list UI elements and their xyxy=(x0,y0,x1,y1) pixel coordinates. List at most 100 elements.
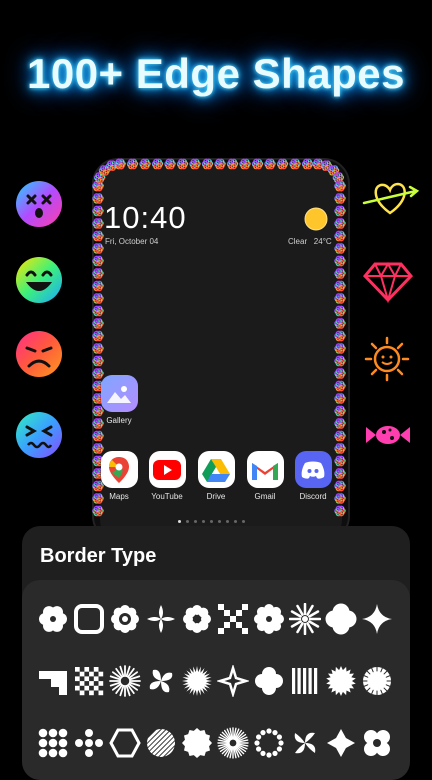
border-shape-cross-dots[interactable] xyxy=(72,724,106,762)
crying-face-icon xyxy=(14,329,64,379)
border-shape-flower-6[interactable] xyxy=(36,600,70,638)
sunburst-icon xyxy=(109,665,141,697)
app-label-gmail: Gmail xyxy=(254,492,276,501)
swirl-icon xyxy=(294,732,316,754)
page-dot xyxy=(178,520,181,523)
page-dot xyxy=(194,520,197,523)
page-dot xyxy=(210,520,213,523)
page-dot xyxy=(202,520,205,523)
border-shape-mandala[interactable] xyxy=(108,600,142,638)
app-label-discord: Discord xyxy=(299,492,327,501)
clover-4-icon xyxy=(325,603,357,635)
headline: 100+ Edge Shapes xyxy=(26,50,406,97)
border-shape-swirl[interactable] xyxy=(288,724,322,762)
app-maps[interactable]: Maps xyxy=(99,451,139,501)
candy-icon xyxy=(362,410,414,460)
weather-temperature: 24°C xyxy=(313,237,332,246)
border-shape-diagonal-x[interactable] xyxy=(216,600,250,638)
border-shape-hexagon[interactable] xyxy=(108,724,142,762)
border-shape-flower-8[interactable] xyxy=(180,600,214,638)
clover-round-icon xyxy=(255,667,283,695)
border-shape-four-circles[interactable] xyxy=(360,724,394,762)
border-shape-burst-large[interactable] xyxy=(324,662,358,700)
app-label-youtube: YouTube xyxy=(151,492,183,501)
fan-4-icon xyxy=(149,669,173,693)
border-shape-stripes-grid[interactable] xyxy=(288,662,322,700)
youtube-icon xyxy=(148,451,186,488)
diagonal-x-icon xyxy=(218,604,248,634)
border-shape-clover-4[interactable] xyxy=(324,600,358,638)
border-shape-diamond-4[interactable] xyxy=(216,662,250,700)
border-shape-dots-grid[interactable] xyxy=(36,724,70,762)
drive-icon xyxy=(197,451,235,488)
page-dot xyxy=(186,520,189,523)
cross-dots-icon xyxy=(75,729,103,757)
maps-icon xyxy=(100,451,138,488)
border-shape-dotted-ring[interactable] xyxy=(252,724,286,762)
grinning-face-icon xyxy=(14,255,64,305)
stairs-icon xyxy=(39,671,67,695)
diamond-icon xyxy=(360,255,416,305)
page-dot xyxy=(218,520,221,523)
weather-sun-icon xyxy=(304,207,328,231)
border-shape-sunburst[interactable] xyxy=(108,662,142,700)
discord-icon xyxy=(294,451,332,488)
border-shape-gear-flower[interactable] xyxy=(252,600,286,638)
sun-dense-icon xyxy=(217,727,249,759)
border-shape-pinwheel-4[interactable] xyxy=(144,600,178,638)
dots-grid-icon xyxy=(38,728,68,758)
pinwheel-4-icon xyxy=(147,605,175,633)
burst-large-icon xyxy=(326,666,356,696)
dizzy-face-icon xyxy=(14,179,64,229)
flower-8-icon xyxy=(183,605,211,633)
border-shape-fan-4[interactable] xyxy=(144,662,178,700)
hexagon-icon xyxy=(109,728,141,758)
app-label-drive: Drive xyxy=(206,492,226,501)
heart-arrow-icon xyxy=(360,174,420,224)
starburst-fine-icon xyxy=(182,666,212,696)
lockscreen-date: Fri, October 04 xyxy=(105,237,159,246)
dot-star-icon xyxy=(327,729,355,757)
sun-icon xyxy=(362,334,412,384)
app-drive[interactable]: Drive xyxy=(196,451,236,501)
weather-readout: Clear 24°C xyxy=(288,237,332,246)
star-burst-icon xyxy=(289,603,321,635)
wavy-circle-icon xyxy=(182,728,212,758)
border-shape-sun-dense[interactable] xyxy=(216,724,250,762)
page-dot xyxy=(226,520,229,523)
border-shape-spark-4[interactable] xyxy=(360,600,394,638)
border-shape-rounded-square[interactable] xyxy=(72,600,106,638)
flower-6-icon xyxy=(39,606,67,632)
border-shape-stripe-circle[interactable] xyxy=(144,724,178,762)
dotted-ring-icon xyxy=(254,728,284,758)
border-type-grid xyxy=(36,600,394,762)
mandala-icon xyxy=(111,605,139,633)
border-shape-stairs[interactable] xyxy=(36,662,70,700)
sheet-title: Border Type xyxy=(40,545,157,567)
app-gmail[interactable]: Gmail xyxy=(245,451,285,501)
app-discord[interactable]: Discord xyxy=(293,451,333,501)
page-dot xyxy=(242,520,245,523)
app-youtube[interactable]: YouTube xyxy=(147,451,187,501)
page-dot xyxy=(234,520,237,523)
weather-condition: Clear xyxy=(288,237,308,246)
gmail-icon xyxy=(246,451,284,488)
sun-rays-icon xyxy=(362,666,392,696)
gallery-icon xyxy=(100,375,138,412)
app-gallery[interactable]: Gallery xyxy=(99,375,139,425)
border-shape-dot-star[interactable] xyxy=(324,724,358,762)
page-indicator xyxy=(178,520,245,523)
border-shape-star-burst[interactable] xyxy=(288,600,322,638)
nauseated-face-icon xyxy=(14,410,64,460)
border-shape-clover-round[interactable] xyxy=(252,662,286,700)
border-shape-sun-rays[interactable] xyxy=(360,662,394,700)
border-shape-starburst-fine[interactable] xyxy=(180,662,214,700)
stripes-grid-icon xyxy=(292,668,318,694)
stripe-circle-icon xyxy=(147,729,175,757)
app-label-gallery: Gallery xyxy=(106,416,132,425)
rounded-square-icon xyxy=(74,604,104,634)
border-shape-checker[interactable] xyxy=(72,662,106,700)
four-circles-icon xyxy=(364,730,390,756)
checker-icon xyxy=(75,667,104,696)
border-shape-wavy-circle[interactable] xyxy=(180,724,214,762)
